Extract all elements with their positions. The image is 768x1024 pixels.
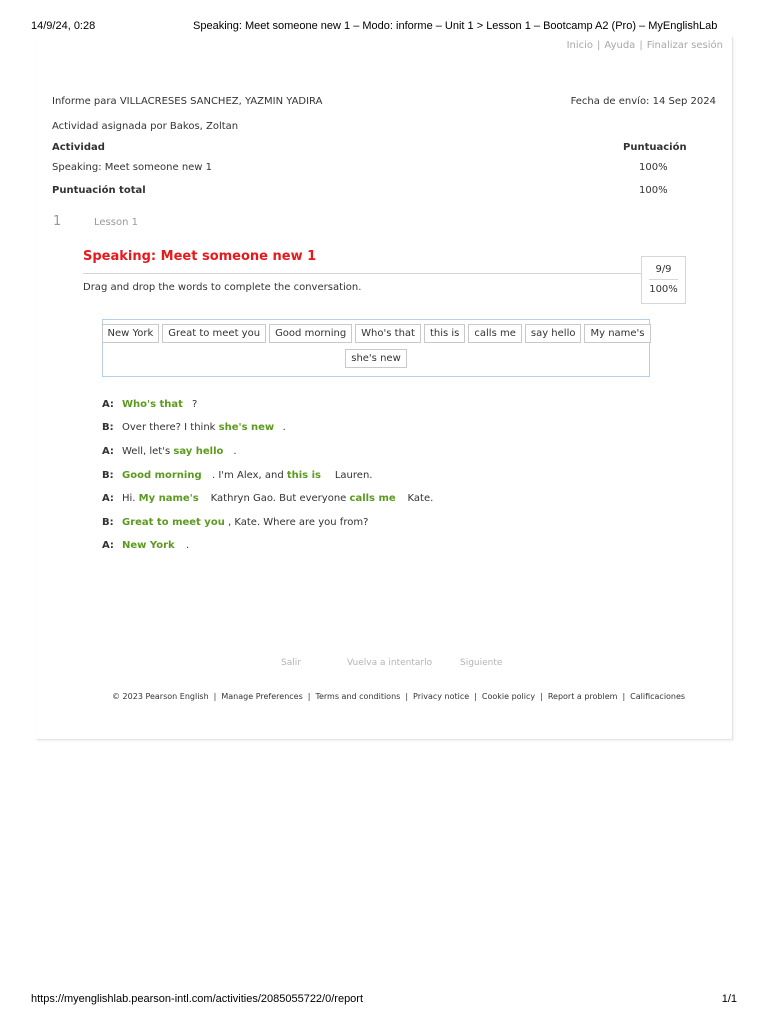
activity-title: Speaking: Meet someone new 1: [83, 249, 317, 264]
dialogue-text: ?: [192, 399, 198, 410]
separator: |: [405, 692, 409, 701]
separator: |: [307, 692, 311, 701]
print-header: 14/9/24, 0:28 Speaking: Meet someone new…: [31, 20, 737, 34]
dialogue-text: Over there? I think: [122, 422, 216, 433]
print-page-count: 1/1: [721, 993, 737, 1005]
answer-gap[interactable]: Great to meet you: [122, 517, 228, 528]
word-chip[interactable]: she's new: [345, 349, 407, 368]
score-fraction: 9/9: [655, 264, 672, 275]
help-link[interactable]: Ayuda: [604, 40, 635, 51]
score-column-header: Puntuación: [623, 142, 687, 153]
word-chip[interactable]: Good morning: [269, 324, 353, 343]
speaker-label: A:: [102, 399, 114, 410]
assigned-by: Actividad asignada por Bakos, Zoltan: [52, 121, 239, 132]
print-page-title: Speaking: Meet someone new 1 – Modo: inf…: [193, 20, 718, 32]
footer-link-terms[interactable]: Terms and conditions: [315, 692, 400, 701]
dialogue-text: , Kate. Where are you from?: [228, 517, 369, 528]
dialogue-line: B: Great to meet you, Kate. Where are you…: [102, 517, 368, 528]
report-for: Informe para VILLACRESES SANCHEZ, YAZMIN…: [52, 96, 323, 107]
footer-link-report-problem[interactable]: Report a problem: [548, 692, 618, 701]
dialogue-text: Kathryn Gao. But everyone: [210, 493, 347, 504]
top-links: Inicio | Ayuda | Finalizar sesión: [567, 40, 723, 51]
word-bank: New York Great to meet you Good morning …: [101, 319, 651, 377]
speaker-label: B:: [102, 422, 114, 433]
dialogue-text: .: [186, 540, 190, 551]
report-card: Inicio | Ayuda | Finalizar sesión Informe pa…: [36, 37, 733, 740]
submission-date: Fecha de envío: 14 Sep 2024: [570, 96, 716, 107]
copyright: © 2023 Pearson English: [112, 692, 209, 701]
footer-link-preferences[interactable]: Manage Preferences: [221, 692, 302, 701]
word-chip[interactable]: calls me: [468, 324, 522, 343]
dialogue-text: Kate.: [407, 493, 434, 504]
footer: © 2023 Pearson English | Manage Preference…: [112, 692, 685, 701]
dialogue-text: . I'm Alex, and: [212, 470, 284, 481]
dialogue-line: A: Hi. My name's Kathryn Gao. But everyone…: [102, 493, 433, 504]
total-score: 100%: [639, 185, 668, 196]
footer-link-grades[interactable]: Calificaciones: [630, 692, 685, 701]
speaker-label: B:: [102, 470, 114, 481]
answer-gap[interactable]: say hello: [173, 446, 233, 457]
word-chip[interactable]: say hello: [524, 324, 582, 343]
speaker-label: A:: [102, 493, 114, 504]
answer-gap[interactable]: New York: [122, 540, 186, 551]
word-chip[interactable]: New York: [101, 324, 160, 343]
separator: |: [540, 692, 543, 701]
activity-name: Speaking: Meet someone new 1: [52, 162, 213, 173]
word-bank-row: New York Great to meet you Good morning …: [101, 324, 651, 343]
total-score-label: Puntuación total: [52, 185, 146, 196]
home-link[interactable]: Inicio: [567, 40, 593, 51]
dialogue-text: Lauren.: [334, 470, 373, 481]
separator: |: [639, 40, 643, 51]
answer-gap[interactable]: Who's that: [122, 399, 192, 410]
separator: |: [474, 692, 477, 701]
activity-score: 100%: [639, 162, 668, 173]
word-chip[interactable]: this is: [423, 324, 466, 343]
print-footer: https://myenglishlab.pearson-intl.com/ac…: [31, 993, 737, 1007]
answer-gap[interactable]: My name's: [139, 493, 211, 504]
word-chip[interactable]: Who's that: [355, 324, 421, 343]
dialogue-line: B: Good morning. I'm Alex, and this is Lau…: [102, 470, 372, 481]
lesson-number: 1: [53, 214, 62, 229]
speaker-label: A:: [102, 540, 114, 551]
answer-gap[interactable]: calls me: [350, 493, 408, 504]
score-percent: 100%: [649, 284, 678, 295]
print-url: https://myenglishlab.pearson-intl.com/ac…: [31, 993, 364, 1005]
separator: |: [213, 692, 217, 701]
answer-gap[interactable]: this is: [287, 470, 335, 481]
exit-button[interactable]: Salir: [281, 658, 301, 668]
dialogue-line: B: Over there? I think she's new.: [102, 422, 286, 433]
title-divider: [83, 273, 641, 274]
dialogue-line: A: Well, let's say hello.: [102, 446, 237, 457]
dialogue-text: Well, let's: [122, 446, 171, 457]
dialogue-line: A: New York.: [102, 540, 189, 551]
answer-gap[interactable]: Good morning: [122, 470, 212, 481]
speaker-label: A:: [102, 446, 114, 457]
word-chip[interactable]: My name's: [584, 324, 651, 343]
answer-gap[interactable]: she's new: [219, 422, 283, 433]
separator: |: [622, 692, 626, 701]
footer-link-cookies[interactable]: Cookie policy: [482, 692, 535, 701]
activity-instruction: Drag and drop the words to complete the …: [83, 282, 362, 293]
dialogue-line: A: Who's that?: [102, 399, 197, 410]
word-chip[interactable]: Great to meet you: [162, 324, 267, 343]
next-button[interactable]: Siguiente: [460, 658, 502, 668]
word-bank-row: she's new: [103, 349, 649, 368]
activity-column-header: Actividad: [52, 142, 105, 153]
print-datetime: 14/9/24, 0:28: [31, 20, 96, 32]
dialogue-text: Hi.: [122, 493, 136, 504]
retry-button[interactable]: Vuelva a intentarlo: [347, 658, 432, 668]
footer-link-privacy[interactable]: Privacy notice: [413, 692, 469, 701]
dialogue-text: .: [233, 446, 237, 457]
score-divider: [649, 279, 678, 280]
logout-link[interactable]: Finalizar sesión: [647, 40, 723, 51]
speaker-label: B:: [102, 517, 114, 528]
lesson-label: Lesson 1: [94, 217, 138, 228]
activity-score-box: 9/9 100%: [641, 256, 686, 304]
separator: |: [597, 40, 601, 51]
dialogue-text: .: [282, 422, 286, 433]
